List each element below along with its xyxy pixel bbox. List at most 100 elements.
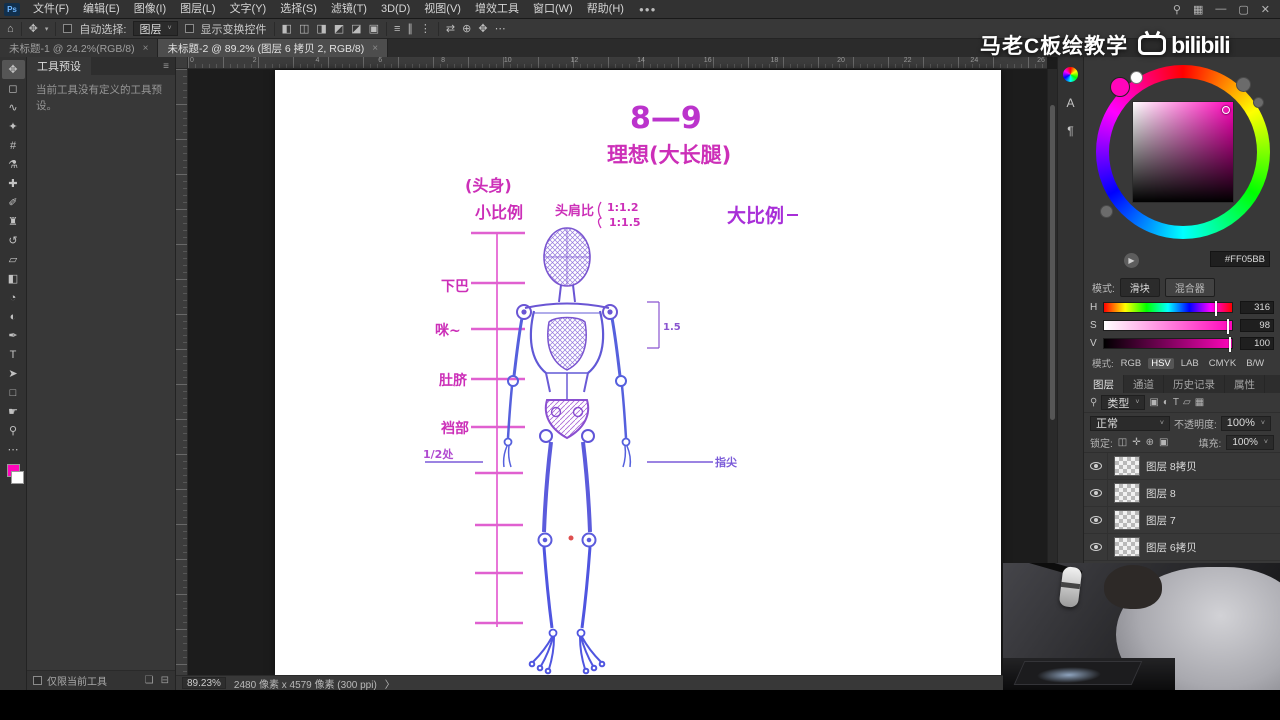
visibility-eye-icon[interactable] [1089, 543, 1102, 551]
tool-presets-tab[interactable]: 工具预设 [27, 57, 91, 75]
layer-name[interactable]: 图层 7 [1146, 513, 1176, 528]
layer-thumbnail[interactable] [1114, 537, 1140, 557]
mode-cmyk[interactable]: CMYK [1206, 358, 1239, 369]
align-top-icon[interactable]: ◩ [334, 22, 344, 35]
color-marker[interactable] [1222, 106, 1230, 114]
dodge-tool[interactable]: ◐ [2, 307, 25, 326]
zoom-tool[interactable]: ⚲ [2, 421, 25, 440]
visibility-eye-icon[interactable] [1089, 462, 1102, 470]
ruler-origin[interactable] [176, 57, 188, 69]
align-right-icon[interactable]: ◨ [316, 22, 326, 35]
tab-close-icon[interactable]: × [143, 43, 149, 54]
saturation-brightness-square[interactable] [1132, 101, 1234, 203]
slider-handle[interactable] [1226, 319, 1229, 334]
filter-adjustment-icon[interactable]: ◐ [1163, 397, 1169, 408]
scrollbar-thumb[interactable] [1050, 105, 1055, 421]
workspace-icon[interactable]: ▦ [1193, 3, 1203, 16]
panel-menu-icon[interactable]: ≡ [163, 61, 175, 72]
visibility-eye-icon[interactable] [1089, 489, 1102, 497]
hex-color-field[interactable]: #FF05BB [1210, 251, 1270, 267]
pen-tool[interactable]: ✒ [2, 326, 25, 345]
crop-tool[interactable]: # [2, 136, 25, 155]
value-value-field[interactable]: 100 [1240, 337, 1274, 350]
tool-preset-caret-icon[interactable]: ▾ [45, 25, 49, 33]
menu-view[interactable]: 视图(V) [417, 0, 468, 19]
tab-history[interactable]: 历史记录 [1164, 375, 1225, 393]
menu-overflow-icon[interactable]: ●●● [631, 5, 665, 14]
blend-mode-dropdown[interactable]: 正常 ˅ [1090, 415, 1170, 431]
slider-handle[interactable] [1229, 337, 1232, 352]
auto-select-dropdown[interactable]: 图层 ˅ [133, 21, 178, 36]
menu-layer[interactable]: 图层(L) [173, 0, 222, 19]
saturation-slider[interactable] [1103, 319, 1233, 334]
background-color-swatch[interactable] [10, 471, 24, 484]
layer-thumbnail[interactable] [1114, 510, 1140, 530]
tab-close-icon[interactable]: × [372, 43, 378, 54]
lasso-tool[interactable]: ∿ [2, 98, 25, 117]
delete-preset-icon[interactable]: ⊟ [161, 675, 169, 686]
current-color-swatch[interactable] [1110, 77, 1130, 97]
slider-tab[interactable]: 滑块 [1119, 278, 1160, 297]
hand-tool[interactable]: ☛ [2, 402, 25, 421]
lock-position-icon[interactable]: ⊕ [1146, 437, 1154, 448]
auto-select-checkbox[interactable] [63, 24, 73, 33]
tab-layers[interactable]: 图层 [1084, 375, 1124, 393]
new-preset-icon[interactable]: ❏ [145, 675, 154, 686]
healing-tool[interactable]: ✚ [2, 174, 25, 193]
layer-row[interactable]: 图层 8拷贝 [1084, 453, 1280, 480]
document-tab-1[interactable]: 未标题-1 @ 24.2%(RGB/8) × [0, 39, 159, 57]
layer-row[interactable]: 图层 7 [1084, 507, 1280, 534]
play-icon[interactable]: ▶ [1124, 253, 1139, 268]
distribute-v-icon[interactable]: ∥ [407, 22, 413, 35]
search-icon[interactable]: ⚲ [1173, 3, 1181, 16]
align-center-h-icon[interactable]: ◫ [299, 22, 309, 35]
layer-row[interactable]: 图层 6拷贝 [1084, 534, 1280, 561]
wheel-knob-icon[interactable] [1100, 205, 1113, 218]
menu-filter[interactable]: 滤镜(T) [324, 0, 374, 19]
opacity-field[interactable]: 100% ˅ [1220, 415, 1272, 431]
3d-roll-icon[interactable]: ⊕ [462, 22, 471, 35]
mode-rgb[interactable]: RGB [1118, 358, 1145, 369]
lock-pixels-icon[interactable]: ✛ [1132, 437, 1140, 448]
marquee-tool[interactable]: ◻ [2, 79, 25, 98]
lock-all-icon[interactable]: ▣ [1159, 437, 1168, 448]
layer-thumbnail[interactable] [1114, 456, 1140, 476]
gradient-tool[interactable]: ◧ [2, 269, 25, 288]
toolbar-more-icon[interactable]: ⋯ [2, 440, 25, 459]
status-expand-icon[interactable]: 〉 [385, 676, 395, 691]
current-tool-only-checkbox[interactable] [33, 676, 42, 685]
3d-rotate-icon[interactable]: ⇄ [446, 22, 455, 35]
menu-plugins[interactable]: 增效工具 [468, 0, 526, 19]
move-tool-icon[interactable]: ✥ [29, 22, 38, 35]
menu-file[interactable]: 文件(F) [26, 0, 76, 19]
menu-image[interactable]: 图像(I) [127, 0, 173, 19]
slider-handle[interactable] [1215, 301, 1218, 316]
history-brush-tool[interactable]: ↺ [2, 231, 25, 250]
layer-search-icon[interactable]: ⚲ [1090, 397, 1097, 408]
hue-value-field[interactable]: 316 [1240, 301, 1274, 314]
paragraph-panel-icon[interactable]: ¶ [1067, 124, 1073, 138]
menu-window[interactable]: 窗口(W) [526, 0, 580, 19]
eraser-tool[interactable]: ▱ [2, 250, 25, 269]
minimize-button[interactable]: — [1215, 3, 1226, 16]
quick-select-tool[interactable]: ✦ [2, 117, 25, 136]
filter-smartobject-icon[interactable]: ▦ [1195, 397, 1204, 408]
wheel-knob-icon[interactable] [1253, 97, 1264, 108]
type-tool[interactable]: T [2, 345, 25, 364]
visibility-eye-icon[interactable] [1089, 516, 1102, 524]
menu-type[interactable]: 文字(Y) [223, 0, 274, 19]
mixer-tab[interactable]: 混合器 [1164, 278, 1215, 297]
value-slider[interactable] [1103, 337, 1233, 352]
home-icon[interactable]: ⌂ [7, 23, 14, 35]
filter-type-icon[interactable]: T [1173, 397, 1179, 408]
layer-row[interactable]: 图层 8 [1084, 480, 1280, 507]
shape-tool[interactable]: □ [2, 383, 25, 402]
tab-channels[interactable]: 通道 [1124, 375, 1164, 393]
menu-help[interactable]: 帮助(H) [580, 0, 631, 19]
show-transform-checkbox[interactable] [184, 24, 194, 33]
align-left-icon[interactable]: ◧ [282, 22, 292, 35]
distribute-gap-icon[interactable]: ⋮ [420, 22, 431, 35]
close-button[interactable]: ✕ [1261, 3, 1270, 16]
hue-slider[interactable] [1103, 301, 1233, 316]
document-tab-2[interactable]: 未标题-2 @ 89.2% (图层 6 拷贝 2, RGB/8) × [158, 39, 389, 57]
